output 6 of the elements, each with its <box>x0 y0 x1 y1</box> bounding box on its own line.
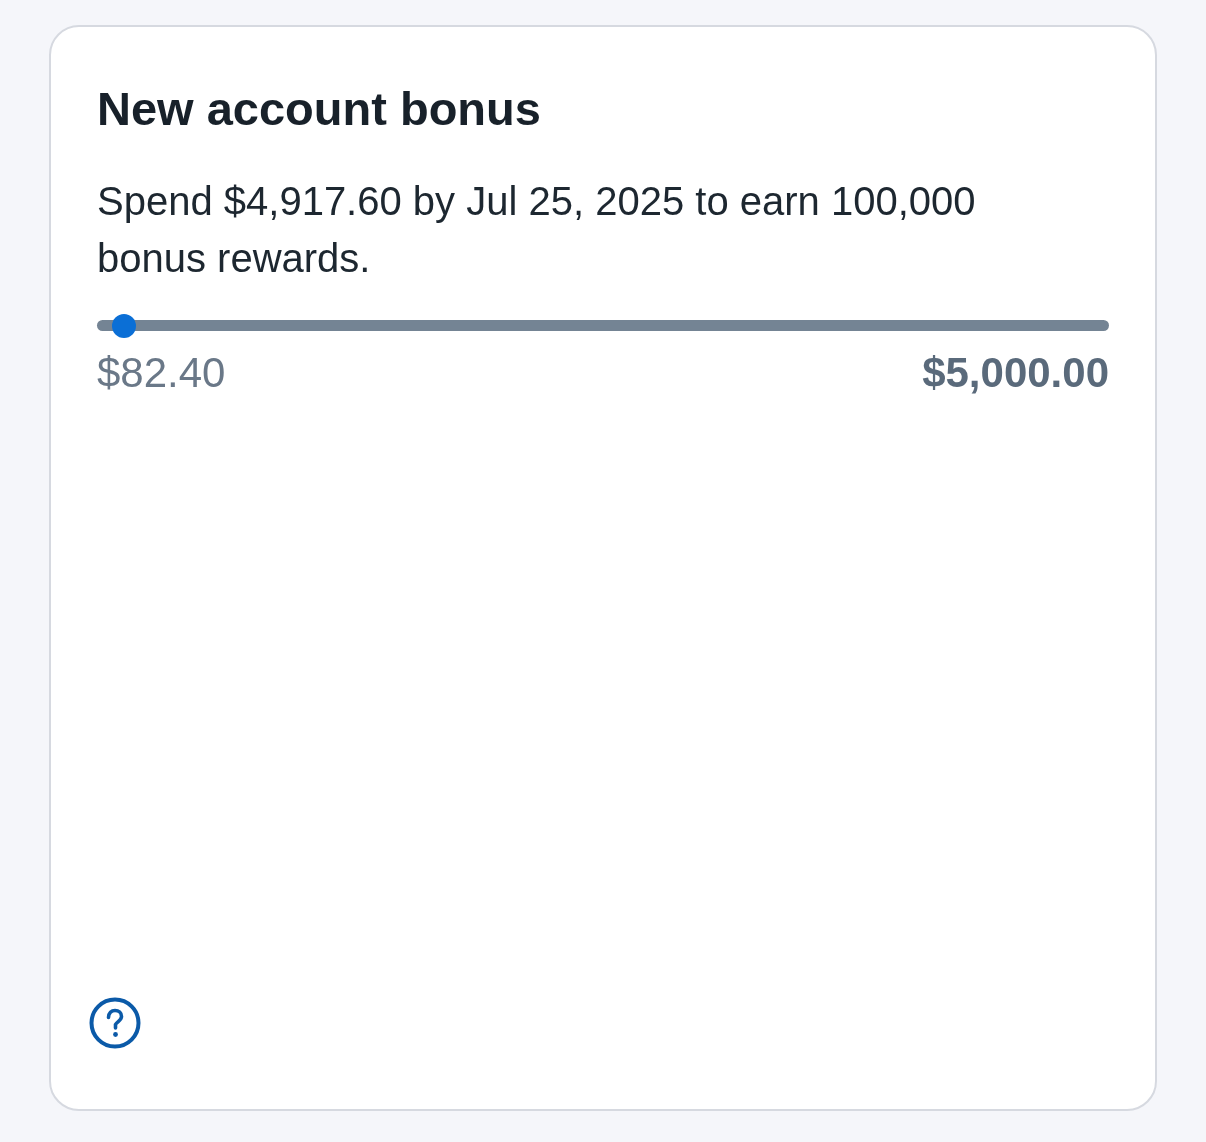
spent-amount: $82.40 <box>97 349 226 397</box>
card-title: New account bonus <box>97 81 542 137</box>
help-icon <box>89 997 141 1049</box>
bonus-description: Spend $4,917.60 by Jul 25, 2025 to earn 100,000 bonus rewards. <box>97 178 977 282</box>
help-button[interactable] <box>89 997 141 1049</box>
target-amount: $5,000.00 <box>922 349 1109 397</box>
